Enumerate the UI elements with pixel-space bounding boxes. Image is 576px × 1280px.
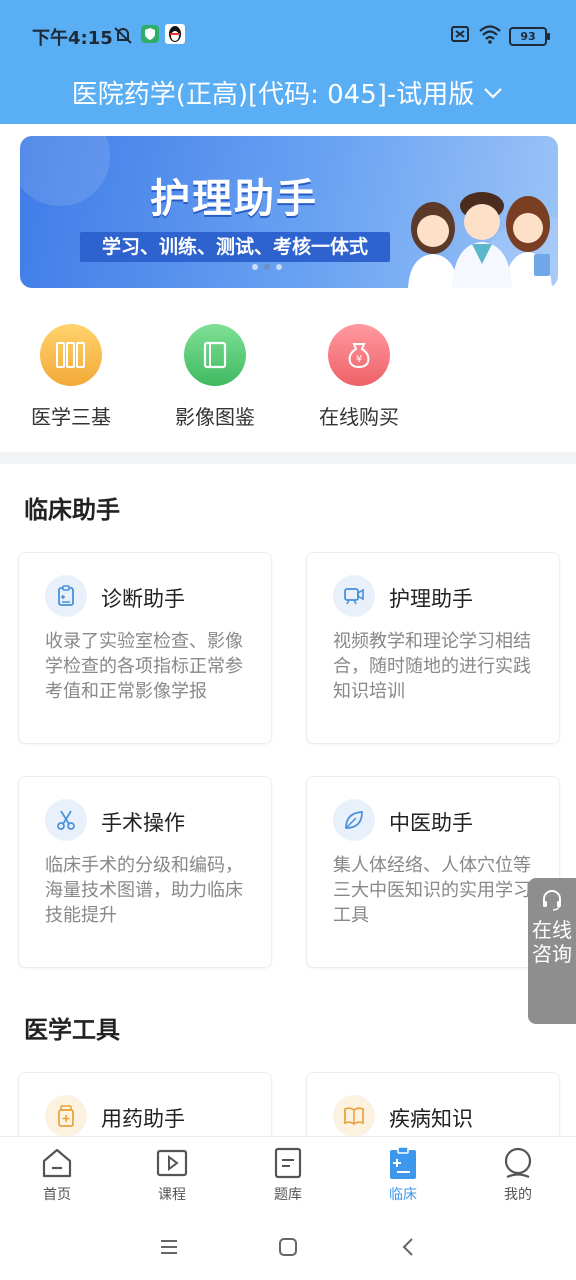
books-icon (40, 324, 102, 386)
clipboard-icon (45, 575, 87, 617)
carousel-dot-active (264, 264, 270, 270)
quick-entry-label: 影像图鉴 (175, 405, 255, 429)
card-description: 集人体经络、人体穴位等三大中医知识的实用学习工具 (333, 855, 531, 926)
tab-label: 题库 (274, 1187, 302, 1203)
menu-icon[interactable] (158, 1236, 180, 1262)
card-description: 视频教学和理论学习相结合，随时随地的进行实践知识培训 (333, 631, 531, 702)
headset-icon (540, 888, 564, 916)
card-title: 护理助手 (389, 587, 473, 611)
card-title: 诊断助手 (101, 587, 185, 611)
promo-banner[interactable]: 护理助手 学习、训练、测试、考核一体式 (20, 136, 558, 288)
quick-entry-medical-basics[interactable]: 医学三基 (11, 324, 131, 430)
banner-slogan: 学习、训练、测试、考核一体式 (80, 232, 390, 262)
quick-entry-imaging-atlas[interactable]: 影像图鉴 (155, 324, 275, 430)
card-surgery-operations[interactable]: 手术操作 临床手术的分级和编码，海量技术图谱，助力临床技能提升 (18, 776, 272, 968)
money-bag-icon: ¥ (328, 324, 390, 386)
bell-off-icon (112, 24, 134, 46)
album-icon (184, 324, 246, 386)
carousel-dot (252, 264, 258, 270)
tab-label: 我的 (504, 1187, 532, 1203)
nurse-illustration (408, 192, 552, 288)
tab-home[interactable]: 首页 (22, 1146, 92, 1204)
course-selector[interactable]: 医院药学(正高)[代码: 045]-试用版 (0, 70, 576, 114)
play-icon (155, 1146, 189, 1180)
chevron-down-icon (482, 81, 504, 103)
carousel-indicator (252, 264, 282, 270)
home-square-icon[interactable] (277, 1236, 299, 1262)
card-diagnosis-assistant[interactable]: 诊断助手 收录了实验室检查、影像学检查的各项指标正常参考值和正常影像学报 (18, 552, 272, 744)
profile-icon (501, 1146, 535, 1180)
online-consult-label: 在线咨询 (532, 918, 572, 966)
svg-text:¥: ¥ (356, 354, 362, 365)
card-title: 手术操作 (101, 811, 185, 835)
card-description: 临床手术的分级和编码，海量技术图谱，助力临床技能提升 (45, 855, 243, 926)
wifi-icon (478, 24, 501, 46)
card-title: 中医助手 (389, 811, 473, 835)
medicine-bottle-icon (45, 1095, 87, 1137)
clinical-clipboard-icon (386, 1146, 420, 1180)
section-title-tools: 医学工具 (24, 1016, 120, 1044)
system-navigation-bar (0, 1216, 576, 1280)
book-icon (333, 1095, 375, 1137)
document-icon (271, 1146, 305, 1180)
tab-question-bank[interactable]: 题库 (253, 1146, 323, 1204)
tab-profile[interactable]: 我的 (483, 1146, 553, 1204)
tab-label: 首页 (43, 1187, 71, 1203)
tab-label: 课程 (158, 1187, 186, 1203)
carousel-dot (276, 264, 282, 270)
status-bar: 下午4:15 93 (0, 0, 576, 70)
qq-penguin-icon (165, 24, 187, 46)
sim-off-icon (450, 24, 472, 46)
page-title: 医院药学(正高)[代码: 045]-试用版 (71, 79, 475, 110)
card-tcm-assistant[interactable]: 中医助手 集人体经络、人体穴位等三大中医知识的实用学习工具 (306, 776, 560, 968)
shield-icon (140, 24, 162, 46)
battery-indicator: 93 (509, 27, 550, 46)
quick-entry-label: 医学三基 (31, 405, 111, 429)
home-icon (40, 1146, 74, 1180)
card-title: 疾病知识 (389, 1107, 473, 1131)
status-time: 下午4:15 (32, 28, 113, 49)
card-nursing-assistant[interactable]: 护理助手 视频教学和理论学习相结合，随时随地的进行实践知识培训 (306, 552, 560, 744)
online-consult-button[interactable]: 在线咨询 (528, 878, 576, 1024)
leaf-icon (333, 799, 375, 841)
scissors-icon (45, 799, 87, 841)
section-title-clinical: 临床助手 (24, 496, 120, 524)
card-title: 用药助手 (101, 1107, 185, 1131)
card-description: 收录了实验室检查、影像学检查的各项指标正常参考值和正常影像学报 (45, 631, 243, 702)
back-icon[interactable] (398, 1236, 420, 1262)
section-divider (0, 452, 576, 464)
tab-label: 临床 (389, 1187, 417, 1203)
banner-title: 护理助手 (150, 176, 318, 222)
quick-entry-buy-online[interactable]: ¥ 在线购买 (299, 324, 419, 430)
video-icon (333, 575, 375, 617)
tab-clinical[interactable]: 临床 (368, 1146, 438, 1204)
tab-courses[interactable]: 课程 (137, 1146, 207, 1204)
quick-entry-label: 在线购买 (319, 405, 399, 429)
